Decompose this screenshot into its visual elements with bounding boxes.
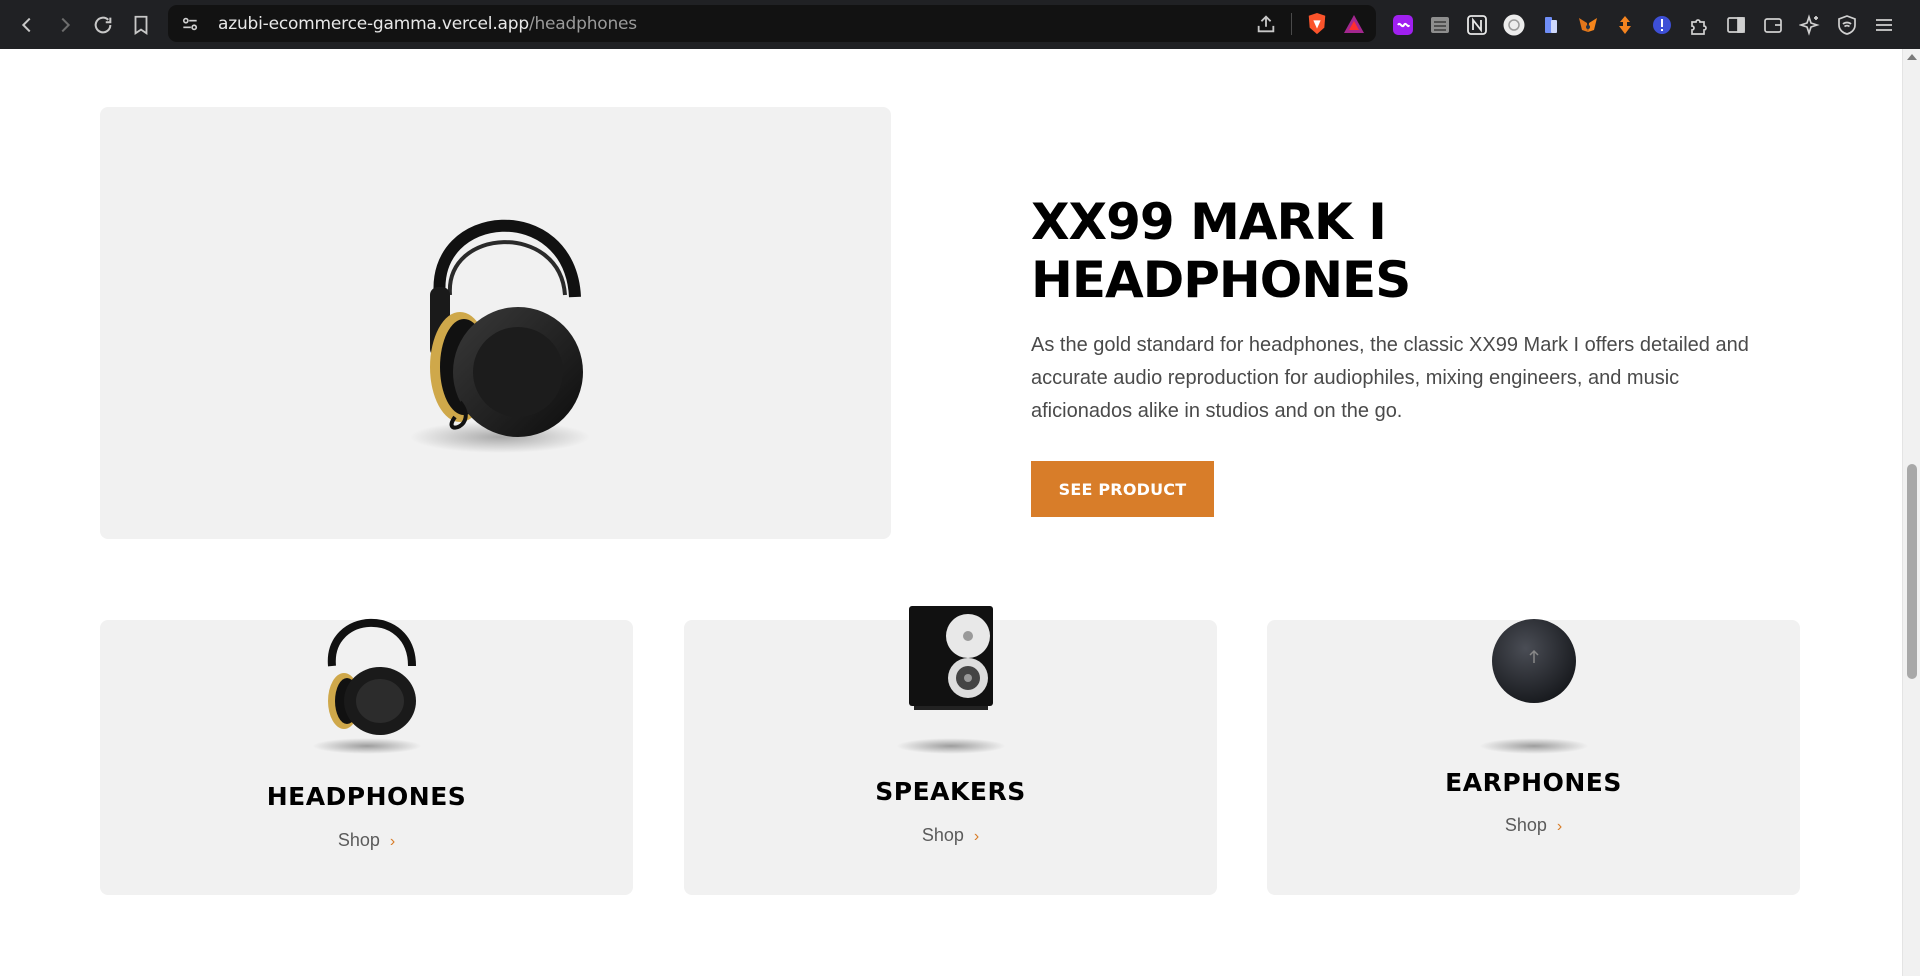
shop-label: Shop [921, 825, 964, 845]
reload-icon[interactable] [86, 8, 120, 42]
scroll-up-icon[interactable] [1907, 54, 1917, 60]
url-host: azubi-ecommerce-gamma.vercel.app [218, 13, 529, 34]
forward-icon[interactable] [48, 8, 82, 42]
navigation-buttons [10, 8, 158, 42]
extension-orange-icon[interactable] [1612, 12, 1638, 38]
product-shadow [1478, 738, 1589, 754]
bookmark-icon[interactable] [124, 8, 158, 42]
vertical-scrollbar[interactable] [1902, 49, 1920, 976]
url-text[interactable]: azubi-ecommerce-gamma.vercel.app/headpho… [218, 14, 637, 34]
extension-stack-icon[interactable] [1427, 12, 1453, 38]
see-product-button[interactable]: SEE PRODUCT [1031, 461, 1214, 517]
metamask-icon[interactable] [1575, 12, 1601, 38]
earphones-case-image [1491, 619, 1576, 703]
extension-purple-icon[interactable] [1390, 12, 1416, 38]
category-card-earphones[interactable]: EARPHONES Shop › [1267, 619, 1800, 895]
brave-rewards-icon[interactable] [1342, 13, 1366, 35]
product-shadow [311, 738, 422, 754]
category-card-speakers[interactable]: SPEAKERS Shop › [684, 606, 1217, 895]
leo-ai-icon[interactable] [1797, 12, 1823, 38]
sidebar-icon[interactable] [1723, 12, 1749, 38]
brave-shield-icon[interactable] [1306, 12, 1328, 36]
scrollbar-thumb[interactable] [1907, 464, 1917, 679]
shop-link[interactable]: Shop › [1267, 815, 1800, 836]
browser-toolbar: azubi-ecommerce-gamma.vercel.app/headpho… [0, 0, 1920, 49]
category-title: SPEAKERS [875, 777, 1026, 806]
product-description: As the gold standard for headphones, the… [1031, 334, 1749, 422]
shop-link[interactable]: Shop › [684, 825, 1217, 846]
product-info: XX99 MARK I HEADPHONES As the gold stand… [1031, 193, 1771, 517]
wallet-icon[interactable] [1760, 12, 1786, 38]
product-title: XX99 MARK I HEADPHONES [1031, 193, 1411, 309]
address-bar-actions [1255, 5, 1366, 42]
chevron-right-icon: › [389, 833, 396, 850]
speaker-image [908, 606, 993, 710]
menu-icon[interactable] [1871, 12, 1897, 38]
address-bar[interactable]: azubi-ecommerce-gamma.vercel.app/headpho… [168, 5, 1376, 42]
chevron-right-icon: › [1556, 818, 1563, 835]
page-content: XX99 MARK I HEADPHONES As the gold stand… [0, 49, 1902, 976]
headphones-image [410, 219, 590, 453]
notion-icon[interactable] [1464, 12, 1490, 38]
extension-alert-icon[interactable] [1649, 12, 1675, 38]
category-title: EARPHONES [1445, 768, 1622, 797]
extensions-puzzle-icon[interactable] [1686, 12, 1712, 38]
back-icon[interactable] [10, 8, 44, 42]
share-icon[interactable] [1255, 13, 1277, 35]
shop-link[interactable]: Shop › [100, 830, 633, 851]
vpn-icon[interactable] [1834, 12, 1860, 38]
product-image [100, 107, 891, 539]
product-shadow [895, 738, 1006, 754]
extension-blue-icon[interactable] [1538, 12, 1564, 38]
shop-label: Shop [1504, 815, 1547, 835]
chevron-right-icon: › [973, 828, 980, 845]
divider [1291, 12, 1292, 35]
category-card-headphones[interactable]: HEADPHONES Shop › [100, 618, 633, 895]
site-settings-icon[interactable] [180, 14, 200, 34]
headphones-image [327, 618, 416, 735]
category-title: HEADPHONES [266, 782, 467, 811]
url-path: /headphones [528, 13, 637, 34]
shop-label: Shop [337, 830, 380, 850]
openai-icon[interactable] [1501, 12, 1527, 38]
extensions-bar [1390, 0, 1897, 49]
